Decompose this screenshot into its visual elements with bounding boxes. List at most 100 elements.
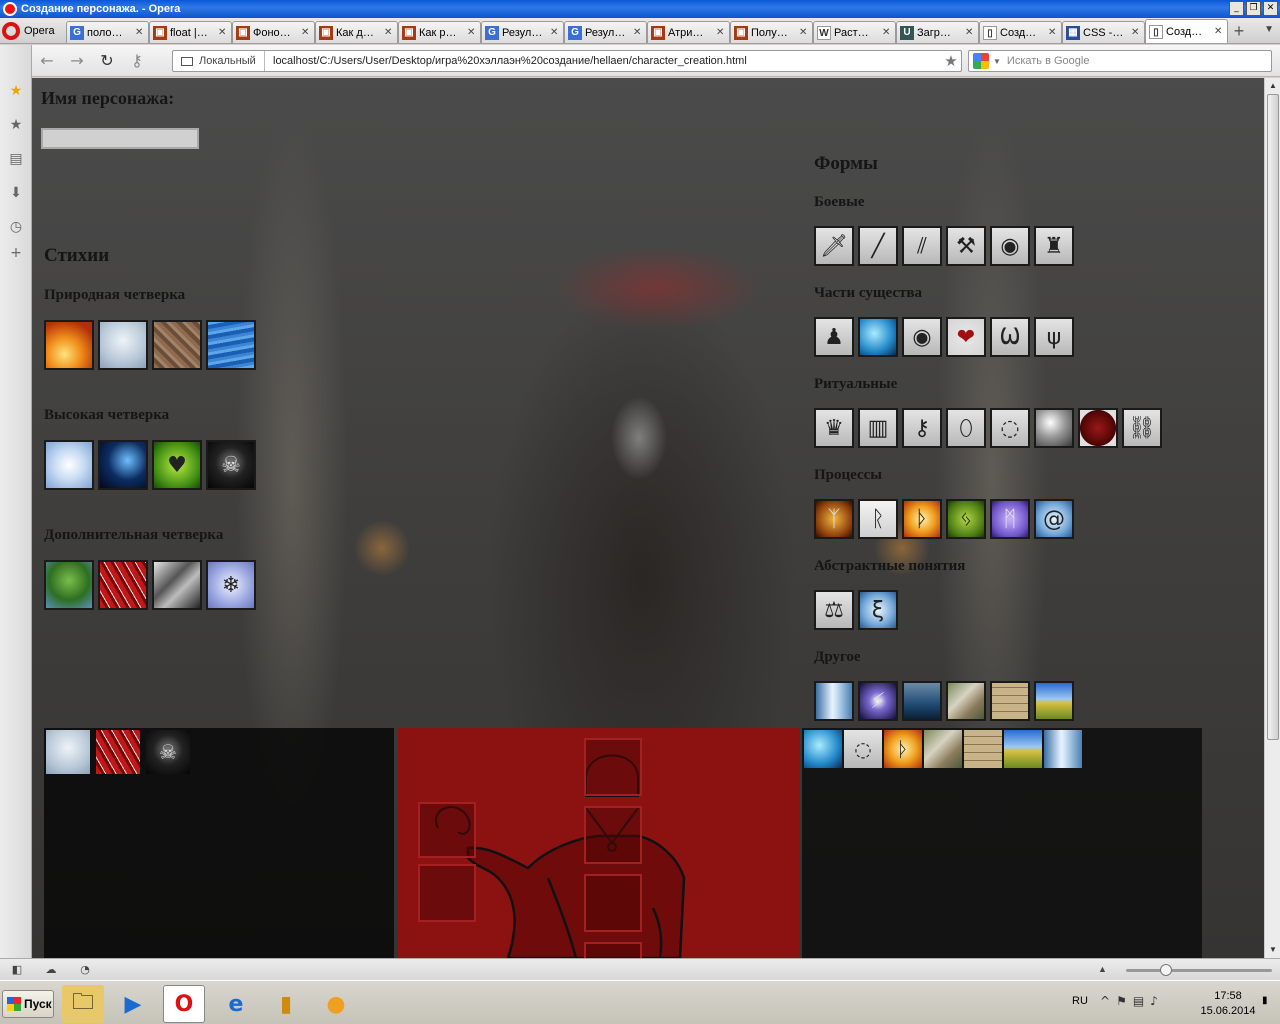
tray-chevron-icon[interactable]: ^ bbox=[1100, 994, 1110, 1008]
chevron-down-icon[interactable]: ▼ bbox=[993, 57, 1001, 66]
action-center-icon[interactable]: ⚑ bbox=[1116, 994, 1127, 1008]
shackle-icon[interactable]: ⛓ bbox=[1122, 408, 1162, 448]
rocks-icon[interactable] bbox=[946, 681, 986, 721]
history-clock-icon[interactable]: ◷ bbox=[8, 219, 24, 235]
arrows-icon[interactable]: ⫽ bbox=[902, 226, 942, 266]
browser-tab[interactable]: G Резул… ✕ bbox=[564, 21, 647, 43]
google-icon[interactable] bbox=[973, 53, 989, 69]
waterfall-icon[interactable] bbox=[1044, 730, 1082, 768]
spear-icon[interactable]: ╱ bbox=[858, 226, 898, 266]
search-input[interactable]: Искать в Google bbox=[1007, 55, 1090, 67]
start-button[interactable]: Пуск bbox=[2, 990, 54, 1018]
rune-scroll-icon[interactable]: ᚱ bbox=[858, 499, 898, 539]
slot-torso[interactable] bbox=[584, 806, 642, 864]
tab-close-icon[interactable]: ✕ bbox=[218, 27, 228, 38]
ocean-icon[interactable] bbox=[902, 681, 942, 721]
wax-seal-icon[interactable] bbox=[1078, 408, 1118, 448]
spirit-icon[interactable] bbox=[804, 730, 842, 768]
browser-tab[interactable]: ▣ Как р… ✕ bbox=[398, 21, 481, 43]
tab-close-icon[interactable]: ✕ bbox=[467, 27, 477, 38]
zoom-slider[interactable] bbox=[1126, 964, 1272, 976]
sword-icon[interactable]: 🗡 bbox=[814, 226, 854, 266]
tab-close-icon[interactable]: ✕ bbox=[1214, 26, 1224, 37]
crown-icon[interactable]: ♛ bbox=[814, 408, 854, 448]
spirit-icon[interactable] bbox=[858, 317, 898, 357]
bookmarks-star-icon[interactable]: ★ bbox=[8, 83, 24, 99]
browser-tab[interactable]: ▦ CSS -… ✕ bbox=[1062, 21, 1145, 43]
tab-close-icon[interactable]: ✕ bbox=[882, 27, 892, 38]
field-icon[interactable] bbox=[1034, 681, 1074, 721]
rune-circle-icon[interactable]: ◌ bbox=[990, 408, 1030, 448]
tree-icon[interactable] bbox=[44, 560, 94, 610]
life-icon[interactable]: ♥ bbox=[152, 440, 202, 490]
browser-tab[interactable]: U Загр… ✕ bbox=[896, 21, 979, 43]
media-player-icon[interactable]: ▶ bbox=[112, 985, 154, 1023]
slot-belly[interactable] bbox=[584, 874, 642, 932]
rune-spiral-icon[interactable]: @ bbox=[1034, 499, 1074, 539]
network-icon[interactable]: ▤ bbox=[1133, 994, 1144, 1008]
opera-menu-button[interactable]: Opera bbox=[0, 19, 66, 43]
waterfall-icon[interactable] bbox=[814, 681, 854, 721]
character-name-input[interactable] bbox=[41, 128, 199, 149]
hammer-icon[interactable]: ⚒ bbox=[946, 226, 986, 266]
wings-icon[interactable]: Ѡ bbox=[990, 317, 1030, 357]
speed-dial-star-icon[interactable]: ★ bbox=[8, 117, 24, 133]
scales-icon[interactable]: ⚖ bbox=[814, 590, 854, 630]
crystal-ball-icon[interactable] bbox=[1034, 408, 1074, 448]
eye-icon[interactable]: ◉ bbox=[902, 317, 942, 357]
tab-close-icon[interactable]: ✕ bbox=[799, 27, 809, 38]
tab-close-icon[interactable]: ✕ bbox=[384, 27, 394, 38]
address-bar[interactable]: Локальный localhost/C:/Users/User/Deskto… bbox=[172, 50, 962, 72]
rune-fire-icon[interactable]: ᛉ bbox=[814, 499, 854, 539]
security-zone-badge[interactable]: Локальный bbox=[173, 51, 265, 71]
browser-tab[interactable]: ▯ Созд… ✕ bbox=[1145, 19, 1228, 43]
fire-icon[interactable] bbox=[44, 320, 94, 370]
tab-close-icon[interactable]: ✕ bbox=[135, 27, 145, 38]
search-box[interactable]: ▼ Искать в Google bbox=[968, 50, 1272, 72]
close-window-button[interactable]: ✕ bbox=[1263, 1, 1278, 16]
mirror-icon[interactable]: ⬯ bbox=[946, 408, 986, 448]
armor-icon[interactable]: ♜ bbox=[1034, 226, 1074, 266]
slot-head[interactable] bbox=[584, 738, 642, 796]
reload-icon[interactable]: ↻ bbox=[92, 49, 122, 73]
minimize-button[interactable]: _ bbox=[1229, 1, 1244, 16]
archive-icon[interactable]: ▮ bbox=[265, 985, 307, 1023]
ice-icon[interactable]: ❄ bbox=[206, 560, 256, 610]
new-tab-button[interactable]: + bbox=[1228, 21, 1250, 43]
browser-tab[interactable]: ▣ Фоно… ✕ bbox=[232, 21, 315, 43]
body-icon[interactable]: ♟ bbox=[814, 317, 854, 357]
browser-tab[interactable]: W Раст… ✕ bbox=[813, 21, 896, 43]
browser-tab[interactable]: ▣ Атри… ✕ bbox=[647, 21, 730, 43]
rune-burst-icon[interactable]: ᚦ bbox=[884, 730, 922, 768]
blood-icon[interactable] bbox=[96, 730, 140, 774]
opera-unite-icon[interactable]: ☁ bbox=[44, 963, 58, 977]
earth-icon[interactable] bbox=[152, 320, 202, 370]
opera-taskbar-icon[interactable]: O bbox=[163, 985, 205, 1023]
internet-explorer-icon[interactable]: e bbox=[215, 985, 257, 1023]
darkness-icon[interactable] bbox=[98, 440, 148, 490]
browser-tab[interactable]: ▯ Созд… ✕ bbox=[979, 21, 1062, 43]
metal-icon[interactable] bbox=[152, 560, 202, 610]
death-icon[interactable]: ☠ bbox=[146, 730, 190, 774]
key-wand-icon[interactable]: ⚷ bbox=[122, 49, 152, 73]
volume-icon[interactable]: ♪ bbox=[1150, 994, 1158, 1008]
key-icon[interactable]: ⚷ bbox=[902, 408, 942, 448]
scroll-down-icon[interactable]: ▼ bbox=[1265, 942, 1280, 958]
tab-close-icon[interactable]: ✕ bbox=[1048, 27, 1058, 38]
slot-arm[interactable] bbox=[418, 802, 476, 858]
downloads-icon[interactable]: ⬇ bbox=[8, 185, 24, 201]
browser-tab[interactable]: ▣ float |… ✕ bbox=[149, 21, 232, 43]
claws-icon[interactable]: ψ bbox=[1034, 317, 1074, 357]
chaos-rune-icon[interactable]: ξ bbox=[858, 590, 898, 630]
tab-close-icon[interactable]: ✕ bbox=[301, 27, 311, 38]
death-icon[interactable]: ☠ bbox=[206, 440, 256, 490]
panel-toggle-icon[interactable]: ◧ bbox=[10, 963, 24, 977]
blood-icon[interactable] bbox=[98, 560, 148, 610]
scroll-thumb[interactable] bbox=[1267, 94, 1279, 740]
slot-legs[interactable] bbox=[584, 942, 642, 958]
tab-close-icon[interactable]: ✕ bbox=[633, 27, 643, 38]
light-icon[interactable] bbox=[44, 440, 94, 490]
bookmark-star-icon[interactable]: ★ bbox=[941, 52, 961, 70]
gate-icon[interactable]: ▥ bbox=[858, 408, 898, 448]
wall-icon[interactable] bbox=[964, 730, 1002, 768]
